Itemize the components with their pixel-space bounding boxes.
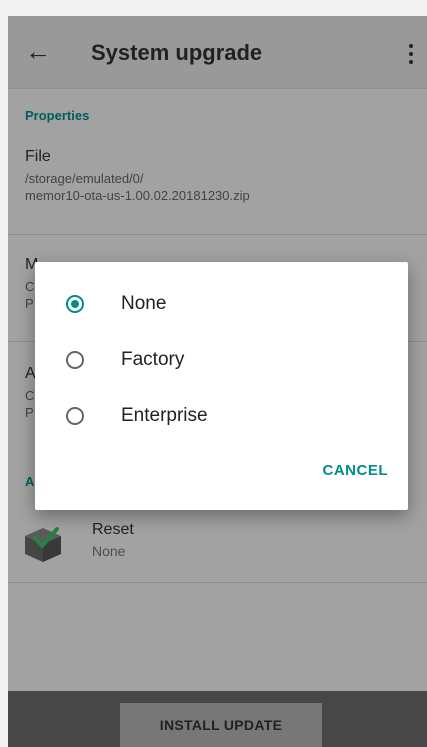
cancel-button[interactable]: CANCEL [323, 462, 389, 479]
radio-button[interactable] [66, 407, 84, 425]
radio-button-checked[interactable] [66, 295, 84, 313]
radio-button[interactable] [66, 351, 84, 369]
option-factory[interactable]: Factory [35, 332, 408, 388]
screen: ← System upgrade Properties File /storag… [8, 16, 427, 747]
option-label: None [121, 293, 167, 314]
option-label: Factory [121, 349, 185, 370]
selection-dialog: None Factory Enterprise CANCEL [35, 262, 408, 510]
option-label: Enterprise [121, 405, 208, 426]
option-enterprise[interactable]: Enterprise [35, 388, 408, 444]
option-none[interactable]: None [35, 276, 408, 332]
